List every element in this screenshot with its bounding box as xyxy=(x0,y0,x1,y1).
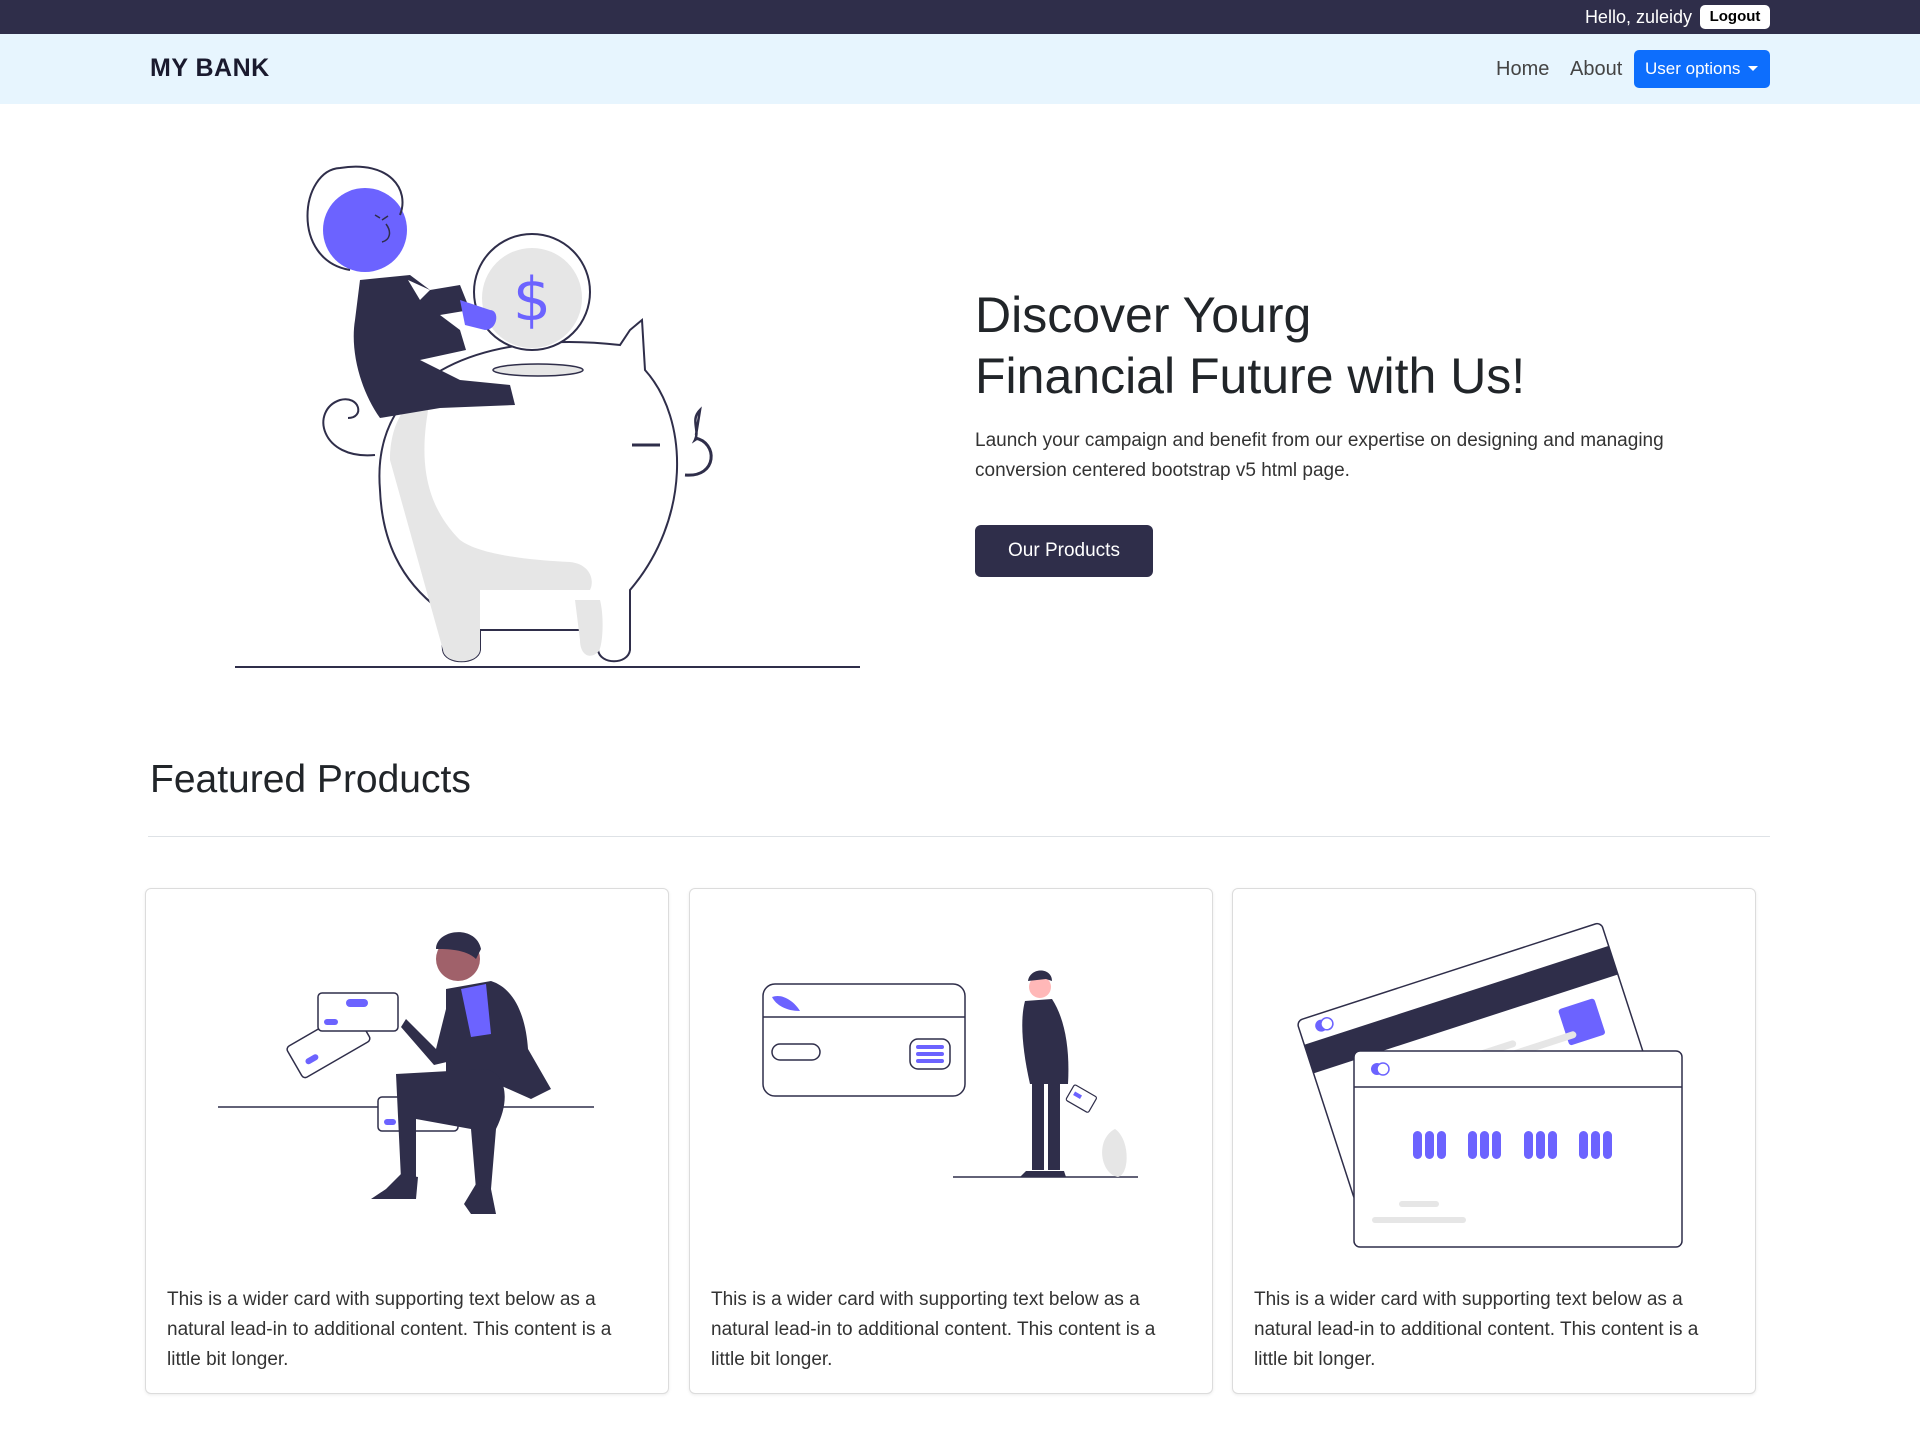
product-card-3-text: This is a wider card with supporting tex… xyxy=(1254,1289,1699,1370)
product-card-1-text: This is a wider card with supporting tex… xyxy=(167,1289,612,1370)
our-products-button[interactable]: Our Products xyxy=(975,525,1153,577)
product-card-3[interactable]: This is a wider card with supporting tex… xyxy=(1232,888,1756,1394)
hero-title-line-2: Financial Future with Us! xyxy=(975,348,1526,404)
logout-button[interactable]: Logout xyxy=(1700,5,1770,29)
featured-products-heading: Featured Products xyxy=(150,758,471,801)
bank-cards-illustration xyxy=(1297,922,1683,1248)
product-card-2-text: This is a wider card with supporting tex… xyxy=(711,1289,1156,1370)
piggy-bank-illustration: $ xyxy=(235,165,860,668)
navbar: MY BANK Home About User options xyxy=(0,34,1920,104)
caret-down-icon xyxy=(1748,66,1758,71)
svg-text:$: $ xyxy=(513,265,551,335)
nav-link-about[interactable]: About xyxy=(1570,58,1622,81)
hero-title-line-1: Discover Yourg xyxy=(975,287,1312,343)
hero-title: Discover Yourg Financial Future with Us! xyxy=(975,285,1775,407)
product-card-1[interactable]: This is a wider card with supporting tex… xyxy=(145,888,669,1394)
greeting-text: Hello, zuleidy xyxy=(1584,7,1692,27)
user-options-label: User options xyxy=(1645,59,1741,78)
user-options-dropdown[interactable]: User options xyxy=(1634,50,1770,88)
section-divider xyxy=(148,836,1770,837)
top-bar: Hello, zuleidy Logout xyxy=(0,0,1920,34)
hero-description: Launch your campaign and benefit from ou… xyxy=(975,430,1664,481)
person-with-cards-illustration xyxy=(218,932,594,1214)
product-card-2[interactable]: This is a wider card with supporting tex… xyxy=(689,888,1213,1394)
brand-logo[interactable]: MY BANK xyxy=(150,54,270,83)
nav-link-home[interactable]: Home xyxy=(1496,58,1549,81)
credit-card-person-illustration xyxy=(762,970,1138,1178)
